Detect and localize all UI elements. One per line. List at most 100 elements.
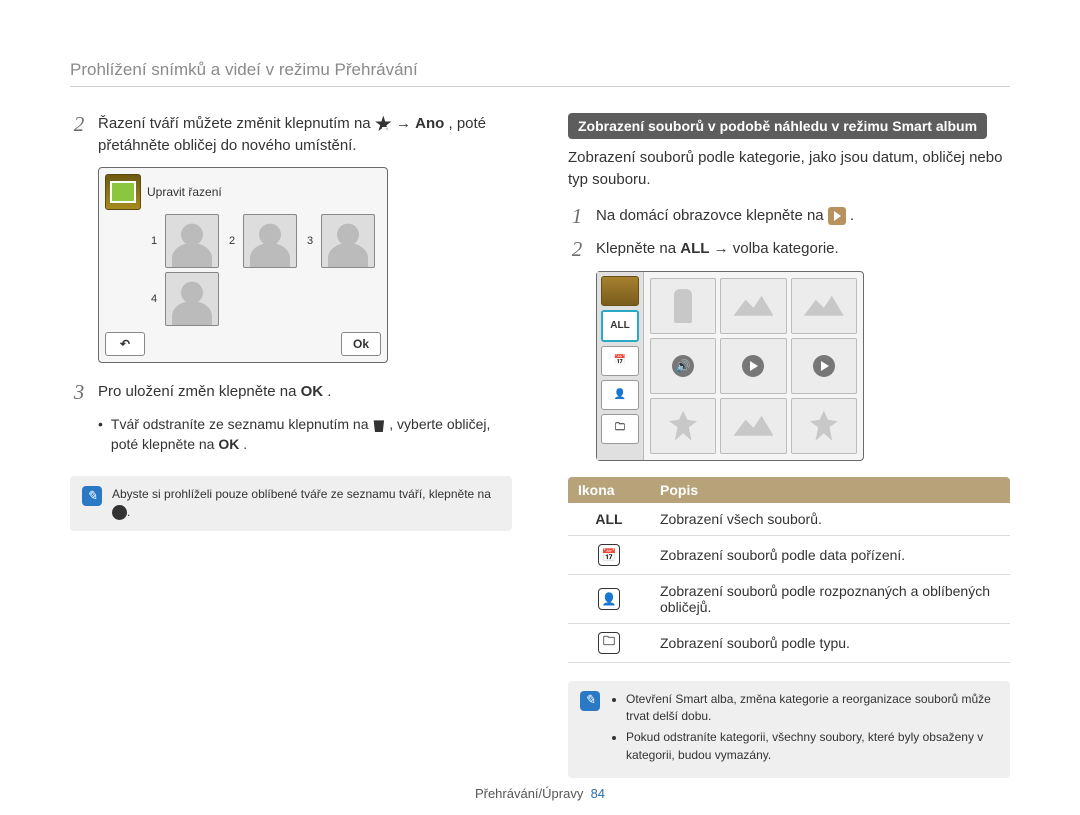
num: 4 xyxy=(147,293,161,305)
step-2: 2 Klepněte na ALL → volba kategorie. xyxy=(568,238,1010,261)
text: Tvář odstraníte ze seznamu klepnutím na xyxy=(111,416,372,432)
ui-title: Upravit řazení xyxy=(147,185,222,199)
num: 1 xyxy=(147,235,161,247)
num: 2 xyxy=(225,235,239,247)
num: 3 xyxy=(303,235,317,247)
text: Klepněte na xyxy=(596,240,680,257)
note-item: Pokud odstraníte kategorii, všechny soub… xyxy=(626,729,998,764)
note-item: Otevření Smart alba, změna kategorie a r… xyxy=(626,691,998,726)
step-number: 1 xyxy=(568,205,586,228)
cell-icon: 📅 xyxy=(568,535,650,574)
thumb[interactable] xyxy=(720,398,786,454)
page: Prohlížení snímků a videí v režimu Přehr… xyxy=(0,0,1080,815)
note-icon: ✎ xyxy=(580,691,600,711)
table-header: Ikona Popis xyxy=(568,477,1010,503)
step-1: 1 Na domácí obrazovce klepněte na . xyxy=(568,205,1010,228)
th-desc: Popis xyxy=(650,477,1010,503)
folder-icon: 🗀 xyxy=(598,632,620,654)
play-overlay-icon xyxy=(742,355,764,377)
table-row: ALL Zobrazení všech souborů. xyxy=(568,503,1010,536)
page-title: Prohlížení snímků a videí v režimu Přehr… xyxy=(70,60,1010,87)
thumb[interactable] xyxy=(650,278,716,334)
all-label: ALL xyxy=(595,511,622,527)
play-overlay-icon xyxy=(813,355,835,377)
bullet-text: Tvář odstraníte ze seznamu klepnutím na … xyxy=(111,414,512,455)
step-2: 2 Řazení tváří můžete změnit klepnutím n… xyxy=(70,113,512,157)
cat-face-button[interactable]: 👤 xyxy=(601,380,639,410)
page-number: 84 xyxy=(591,786,605,801)
note-box: ✎ Otevření Smart alba, změna kategorie a… xyxy=(568,681,1010,779)
subsection-heading: Zobrazení souborů v podobě náhledu v rež… xyxy=(568,113,987,139)
step-3: 3 Pro uložení změn klepněte na OK . xyxy=(70,381,512,404)
note-text: Abyste si prohlíželi pouze oblíbené tvář… xyxy=(112,486,500,521)
text: . xyxy=(850,207,854,224)
text: Na domácí obrazovce klepněte na xyxy=(596,207,828,224)
thumb[interactable] xyxy=(791,338,857,394)
face-grid: 1 2 3 4 xyxy=(147,214,381,326)
cat-type-button[interactable]: 🗀 xyxy=(601,414,639,444)
filter-icon xyxy=(112,505,127,520)
left-column: 2 Řazení tváří můžete změnit klepnutím n… xyxy=(70,113,512,778)
face-icon: 👤 xyxy=(598,588,620,610)
ok-icon: OK xyxy=(301,383,324,400)
face-thumb[interactable] xyxy=(165,214,219,268)
step-number: 2 xyxy=(568,238,586,261)
cell-desc: Zobrazení souborů podle rozpoznaných a o… xyxy=(650,574,1010,623)
step-number: 2 xyxy=(70,113,88,157)
text: Pro uložení změn klepněte na xyxy=(98,383,301,400)
playback-icon xyxy=(828,207,846,225)
back-button[interactable]: ↶ xyxy=(105,332,145,356)
text-all: ALL xyxy=(680,240,709,257)
footer: Přehrávání/Úpravy 84 xyxy=(0,786,1080,801)
columns: 2 Řazení tváří můžete změnit klepnutím n… xyxy=(70,113,1010,778)
text: . xyxy=(327,383,331,400)
face-thumb[interactable] xyxy=(243,214,297,268)
ok-button[interactable]: Ok xyxy=(341,332,381,356)
thumb[interactable] xyxy=(720,278,786,334)
table-row: 👤 Zobrazení souborů podle rozpoznaných a… xyxy=(568,574,1010,623)
text: Řazení tváří můžete změnit klepnutím na xyxy=(98,115,375,132)
table-row: 🗀 Zobrazení souborů podle typu. xyxy=(568,623,1010,662)
thumb-grid: 🔊 xyxy=(644,272,863,460)
trash-icon xyxy=(372,417,385,432)
face-thumb[interactable] xyxy=(165,272,219,326)
nav-icon[interactable] xyxy=(105,174,141,210)
table-row: 📅 Zobrazení souborů podle data pořízení. xyxy=(568,535,1010,574)
note-icon: ✎ xyxy=(82,486,102,506)
album-icon[interactable] xyxy=(601,276,639,306)
cell-desc: Zobrazení souborů podle typu. xyxy=(650,623,1010,662)
ui-footer: ↶ Ok xyxy=(105,332,381,356)
bullet: • Tvář odstraníte ze seznamu klepnutím n… xyxy=(98,414,512,455)
thumb[interactable] xyxy=(791,398,857,454)
face-thumb[interactable] xyxy=(321,214,375,268)
note-list: Otevření Smart alba, změna kategorie a r… xyxy=(610,691,998,769)
step-body: Na domácí obrazovce klepněte na . xyxy=(596,205,1010,228)
cell-desc: Zobrazení souborů podle data pořízení. xyxy=(650,535,1010,574)
star-123-icon xyxy=(375,116,392,133)
footer-section: Přehrávání/Úpravy xyxy=(475,786,583,801)
text: . xyxy=(243,436,247,452)
step-body: Řazení tváří můžete změnit klepnutím na … xyxy=(98,113,512,157)
thumb[interactable] xyxy=(791,278,857,334)
icon-table: Ikona Popis ALL Zobrazení všech souborů.… xyxy=(568,477,1010,663)
cell-icon: 👤 xyxy=(568,574,650,623)
cat-date-button[interactable]: 📅 xyxy=(601,346,639,376)
edit-order-ui: Upravit řazení 1 2 3 4 ↶ Ok xyxy=(98,167,388,363)
th-icon: Ikona xyxy=(568,477,650,503)
cell-icon: 🗀 xyxy=(568,623,650,662)
thumb[interactable] xyxy=(720,338,786,394)
thumb[interactable]: 🔊 xyxy=(650,338,716,394)
cat-all-button[interactable]: ALL xyxy=(601,310,639,342)
date-icon: 📅 xyxy=(598,544,620,566)
sound-overlay-icon: 🔊 xyxy=(672,355,694,377)
text-ano: Ano xyxy=(415,115,444,132)
step-body: Pro uložení změn klepněte na OK . xyxy=(98,381,512,404)
category-sidebar: ALL 📅 👤 🗀 xyxy=(597,272,644,460)
step-number: 3 xyxy=(70,381,88,404)
bullet-dot: • xyxy=(98,414,103,455)
right-column: Zobrazení souborů v podobě náhledu v rež… xyxy=(568,113,1010,778)
text: Abyste si prohlíželi pouze oblíbené tvář… xyxy=(112,487,491,501)
text: → xyxy=(396,115,415,132)
thumb[interactable] xyxy=(650,398,716,454)
ok-icon: OK xyxy=(218,436,239,452)
